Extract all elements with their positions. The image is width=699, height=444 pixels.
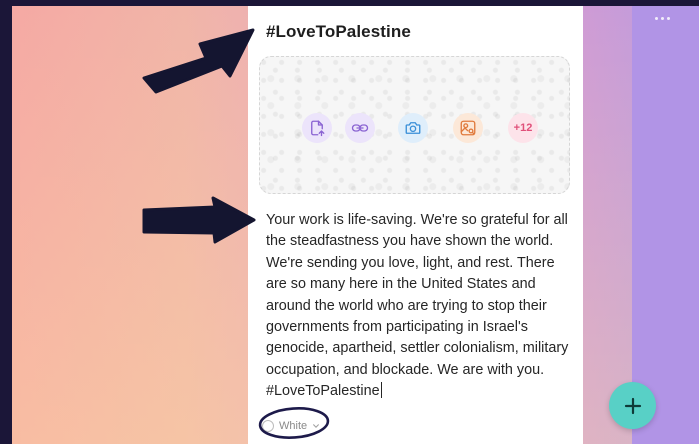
annotation-ellipse — [258, 407, 330, 439]
post-body-text[interactable]: Your work is life-saving. We're so grate… — [266, 210, 571, 403]
post-editor-card: #LoveToPalestine +12 Your work is life-s… — [248, 6, 583, 444]
more-horizontal-icon[interactable] — [650, 12, 674, 24]
annotation-arrow-icon — [142, 28, 255, 94]
file-upload-icon[interactable] — [302, 113, 332, 143]
more-attachments-button[interactable]: +12 — [508, 113, 538, 143]
link-icon[interactable] — [345, 113, 375, 143]
post-title[interactable]: #LoveToPalestine — [266, 22, 411, 42]
add-post-button[interactable] — [609, 382, 656, 429]
attachment-dropzone[interactable]: +12 — [259, 56, 570, 194]
text-cursor — [380, 382, 382, 399]
image-search-icon[interactable] — [453, 113, 483, 143]
annotation-arrow-icon — [142, 196, 256, 244]
camera-icon[interactable] — [398, 113, 428, 143]
plus-icon — [624, 397, 641, 414]
board-column-right — [632, 6, 699, 444]
